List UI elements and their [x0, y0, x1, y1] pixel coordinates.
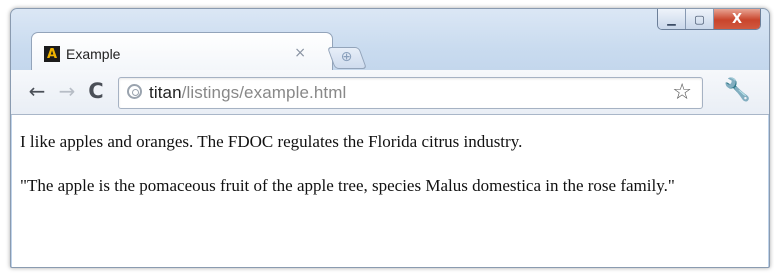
page-content: I like apples and oranges. The FDOC regu…: [12, 115, 768, 267]
quote-paragraph: "The apple is the pomaceous fruit of the…: [20, 176, 675, 195]
minimize-button[interactable]: ▁: [658, 9, 686, 29]
browser-tab[interactable]: A Example ×: [31, 32, 333, 71]
paragraph: I like apples and oranges. The FDOC regu…: [20, 132, 523, 151]
url-host: titan: [149, 83, 182, 102]
back-button[interactable]: ←: [25, 78, 49, 104]
browser-window: ▁ ▢ X A Example × ⊕ ← → C titan/listings…: [10, 8, 770, 268]
maximize-button[interactable]: ▢: [686, 9, 714, 29]
url-text[interactable]: titan/listings/example.html: [149, 83, 346, 103]
page-info-icon[interactable]: [127, 84, 142, 99]
favicon-icon: A: [44, 46, 60, 62]
window-controls: ▁ ▢ X: [657, 9, 761, 30]
reload-button[interactable]: C: [84, 78, 108, 104]
new-tab-icon: ⊕: [340, 49, 353, 65]
forward-button[interactable]: →: [55, 78, 79, 104]
bookmark-star-icon[interactable]: ☆: [672, 80, 692, 105]
tab-close-icon[interactable]: ×: [294, 45, 306, 61]
url-path: /listings/example.html: [181, 83, 347, 102]
address-bar[interactable]: titan/listings/example.html ☆: [118, 77, 703, 109]
tab-title: Example: [66, 46, 121, 62]
wrench-menu-icon[interactable]: 🔧: [724, 78, 751, 103]
new-tab-button[interactable]: ⊕: [326, 47, 368, 69]
toolbar: ← → C titan/listings/example.html ☆ 🔧: [11, 70, 769, 115]
close-window-button[interactable]: X: [714, 9, 760, 29]
